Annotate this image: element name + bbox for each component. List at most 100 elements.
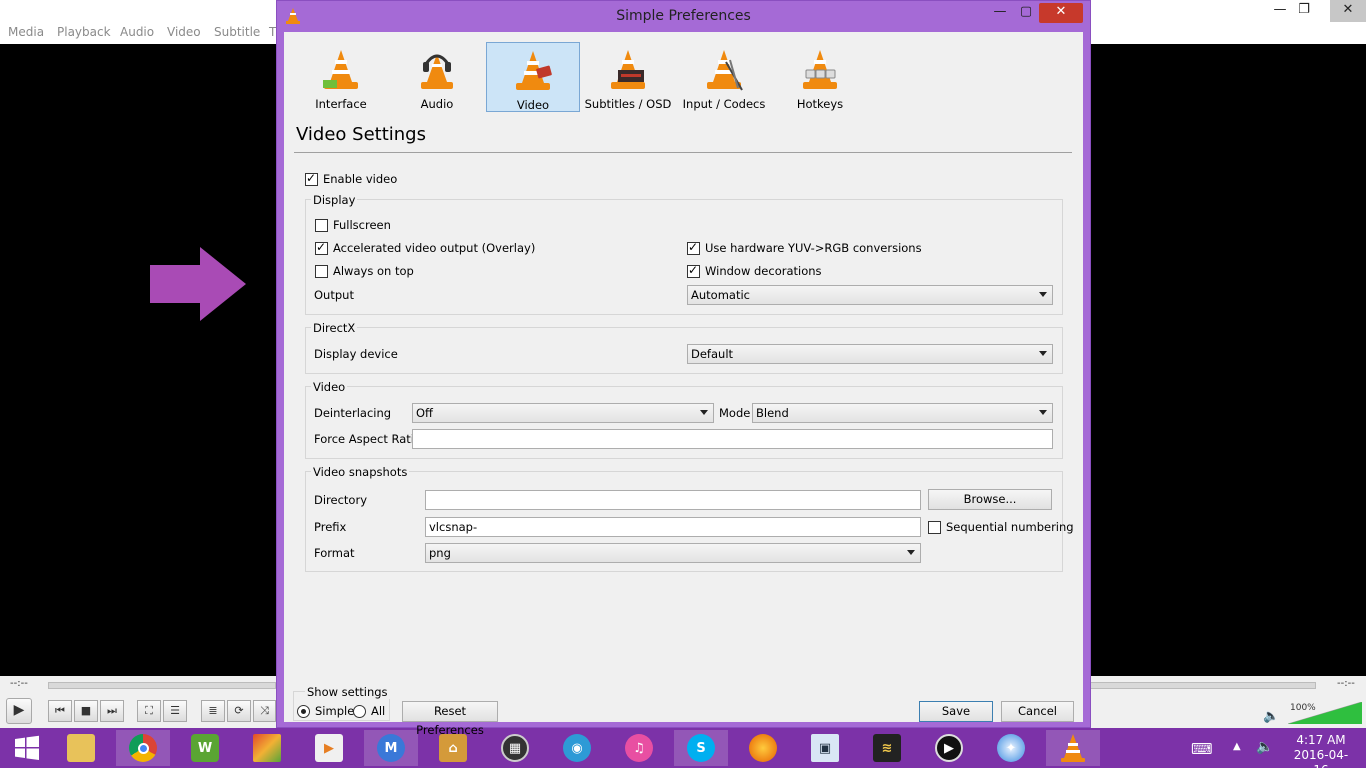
output-select[interactable]: Automatic: [687, 285, 1053, 305]
taskbar-wps[interactable]: W: [178, 730, 232, 766]
category-audio[interactable]: Audio: [390, 42, 484, 112]
category-interface-label: Interface: [315, 97, 367, 111]
skype-icon: S: [687, 734, 715, 762]
enable-video-checkbox[interactable]: Enable video: [305, 171, 397, 186]
previous-button[interactable]: ⏮: [48, 700, 72, 722]
taskbar-firefox[interactable]: [736, 730, 790, 766]
start-button[interactable]: [0, 730, 54, 766]
display-device-value: Default: [691, 347, 734, 361]
taskbar-chrome[interactable]: [116, 730, 170, 766]
taskbar: W ▶ M ⌂ ▦ ◉ ♫ S ▣ ≋ ▶ ✦: [0, 728, 1366, 768]
deinterlacing-select[interactable]: Off: [412, 403, 714, 423]
taskbar-skype[interactable]: S: [674, 730, 728, 766]
output-label: Output: [314, 288, 354, 302]
tray-expand-icon[interactable]: ▲: [1233, 741, 1241, 752]
mode-select[interactable]: Blend: [752, 403, 1053, 423]
playlist-button[interactable]: ≣: [201, 700, 225, 722]
all-radio-dot: [353, 704, 366, 718]
next-button[interactable]: ⏭: [100, 700, 124, 722]
category-interface[interactable]: Interface: [294, 42, 388, 112]
taskbar-network-tool[interactable]: ▣: [798, 730, 852, 766]
preferences-titlebar[interactable]: Simple Preferences — ▢ ✕: [277, 1, 1090, 32]
film-reel-icon: ▦: [501, 734, 529, 762]
taskbar-maxthon[interactable]: M: [364, 730, 418, 766]
extended-settings-button[interactable]: ☰: [163, 700, 187, 722]
cancel-button[interactable]: Cancel: [1001, 701, 1074, 722]
random-button[interactable]: ⤨: [253, 700, 276, 722]
seek-bar[interactable]: [48, 682, 276, 689]
hw-yuv-label: Use hardware YUV->RGB conversions: [705, 241, 922, 255]
reset-preferences-button[interactable]: Reset Preferences: [402, 701, 498, 737]
vlc-close-button[interactable]: ✕: [1330, 0, 1366, 22]
window-decorations-checkbox[interactable]: Window decorations: [687, 263, 822, 278]
purple-arrow-icon: [150, 247, 246, 321]
system-clock[interactable]: 4:17 AM 2016-04-16: [1288, 733, 1354, 768]
taskbar-itunes[interactable]: ♫: [612, 730, 666, 766]
taskbar-hotspot[interactable]: ≋: [860, 730, 914, 766]
minimize-button[interactable]: —: [989, 3, 1011, 23]
menu-video[interactable]: Video: [167, 25, 201, 39]
taskbar-safari[interactable]: ✦: [984, 730, 1038, 766]
taskbar-file-explorer[interactable]: [54, 730, 108, 766]
hotkeys-cone-icon: [803, 50, 837, 89]
menu-subtitle[interactable]: Subtitle: [214, 25, 260, 39]
windows-logo-icon: [15, 735, 39, 760]
accelerated-output-checkbox[interactable]: Accelerated video output (Overlay): [315, 240, 536, 255]
taskbar-music-app[interactable]: ◉: [550, 730, 604, 766]
category-hotkeys[interactable]: Hotkeys: [773, 42, 867, 112]
display-device-select[interactable]: Default: [687, 344, 1053, 364]
stop-button[interactable]: ■: [74, 700, 98, 722]
menu-audio[interactable]: Audio: [120, 25, 154, 39]
taskbar-video-tool[interactable]: ▦: [488, 730, 542, 766]
sequential-numbering-label: Sequential numbering: [946, 520, 1074, 534]
taskbar-vlc[interactable]: [1046, 730, 1100, 766]
browse-button[interactable]: Browse...: [928, 489, 1052, 510]
hw-yuv-checkbox[interactable]: Use hardware YUV->RGB conversions: [687, 240, 922, 255]
format-select[interactable]: png: [425, 543, 921, 563]
sequential-numbering-checkbox[interactable]: Sequential numbering: [928, 520, 1074, 534]
close-button[interactable]: ✕: [1039, 3, 1083, 23]
subtitles-cone-icon: [611, 50, 645, 89]
force-aspect-ratio-input[interactable]: [412, 429, 1053, 449]
category-input-codecs[interactable]: Input / Codecs: [677, 42, 771, 112]
display-group-title: Display: [311, 193, 358, 207]
taskbar-store[interactable]: [240, 730, 294, 766]
keyboard-icon[interactable]: ⌨: [1191, 740, 1213, 758]
category-audio-label: Audio: [420, 97, 454, 111]
interface-cone-icon: [323, 50, 358, 89]
accelerated-output-label: Accelerated video output (Overlay): [333, 241, 536, 255]
preferences-window: Simple Preferences — ▢ ✕ Interface Audio: [276, 0, 1091, 737]
category-video[interactable]: Video: [486, 42, 580, 112]
category-video-label: Video: [516, 98, 550, 112]
prefix-label: Prefix: [314, 520, 347, 534]
directory-input[interactable]: [425, 490, 921, 510]
save-button[interactable]: Save: [919, 701, 993, 722]
always-on-top-checkbox[interactable]: Always on top: [315, 264, 414, 278]
mode-value: Blend: [756, 406, 789, 420]
preferences-content: Interface Audio Video Subtitles / OSD In…: [284, 32, 1083, 737]
category-subtitles-osd[interactable]: Subtitles / OSD: [581, 42, 675, 112]
taskbar-video-player[interactable]: ▶: [922, 730, 976, 766]
volume-slider[interactable]: [1288, 702, 1362, 724]
force-aspect-ratio-label: Force Aspect Ratio: [314, 432, 422, 446]
deinterlacing-label: Deinterlacing: [314, 406, 392, 420]
chevron-down-icon: [1039, 292, 1047, 297]
menu-media[interactable]: Media: [8, 25, 44, 39]
taskbar-media-player[interactable]: ▶: [302, 730, 356, 766]
maximize-button[interactable]: ▢: [1015, 3, 1037, 23]
fullscreen-button[interactable]: ⛶: [137, 700, 161, 722]
display-device-label: Display device: [314, 347, 398, 361]
play-button[interactable]: ▶: [6, 698, 32, 724]
fullscreen-checkbox[interactable]: Fullscreen: [315, 218, 391, 232]
loop-button[interactable]: ⟳: [227, 700, 251, 722]
vlc-maximize-button[interactable]: ❐: [1286, 0, 1322, 22]
always-on-top-box: [315, 264, 328, 278]
tray-speaker-icon[interactable]: 🔈: [1256, 739, 1273, 755]
speaker-icon[interactable]: 🔈: [1263, 709, 1279, 724]
itunes-icon: ♫: [625, 734, 653, 762]
show-all-radio[interactable]: All: [353, 704, 385, 718]
seek-bar-right[interactable]: [1090, 682, 1316, 689]
show-simple-radio[interactable]: Simple: [297, 704, 354, 718]
prefix-input[interactable]: vlcsnap-: [425, 517, 921, 537]
menu-playback[interactable]: Playback: [57, 25, 111, 39]
